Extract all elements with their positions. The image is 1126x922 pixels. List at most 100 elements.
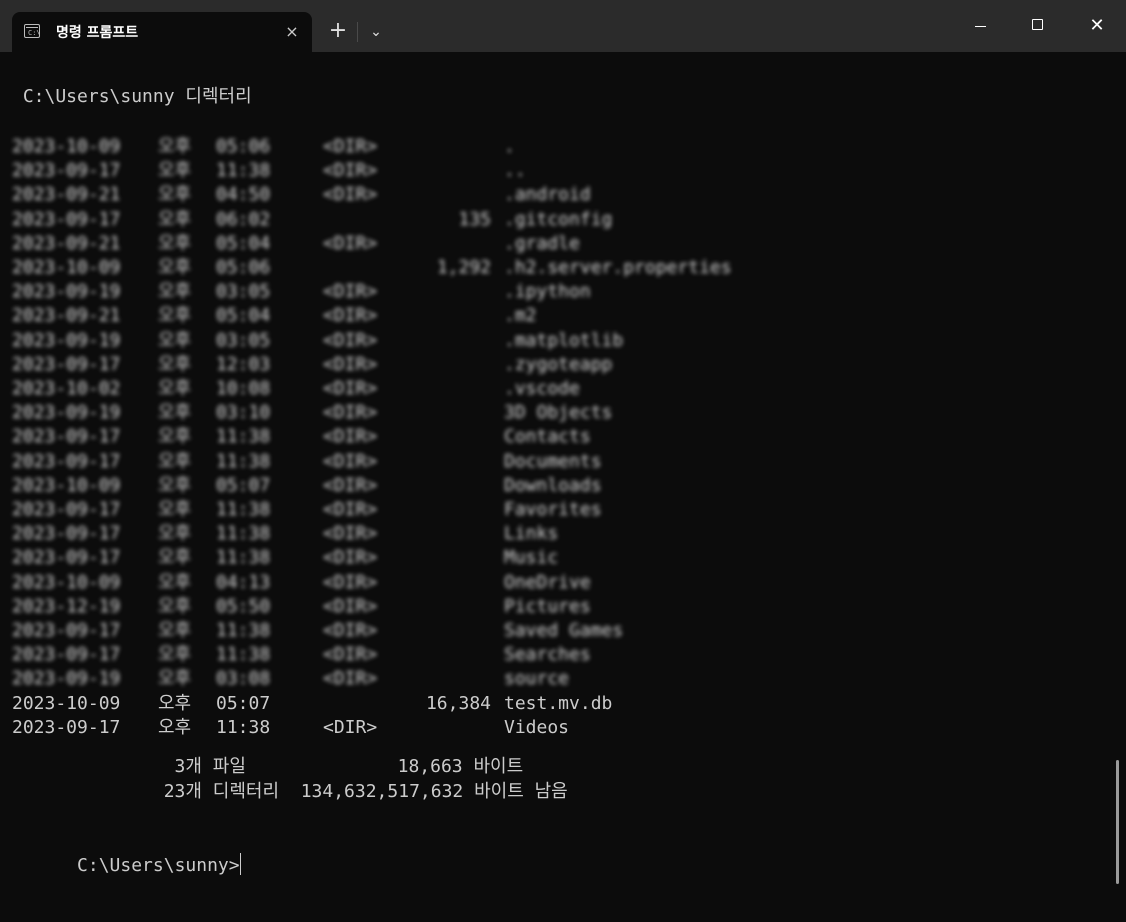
directory-entry: 2023-10-09 오후 05:06 1,292 .h2.server.propert… bbox=[0, 256, 1100, 280]
scrollbar-thumb[interactable] bbox=[1116, 760, 1119, 884]
entry-time: 04:50 bbox=[216, 184, 271, 206]
entry-ampm: 오후 bbox=[158, 474, 192, 496]
entry-dir-tag: <DIR> bbox=[323, 353, 378, 375]
entry-date: 2023-09-17 bbox=[12, 499, 121, 520]
entry-time: 11:38 bbox=[216, 523, 271, 545]
entry-name: Pictures bbox=[504, 595, 591, 617]
entry-name: Documents bbox=[504, 450, 602, 472]
tab-title: 명령 프롬프트 bbox=[56, 25, 139, 41]
entry-dir-tag: <DIR> bbox=[323, 499, 378, 520]
tab-close-icon[interactable]: × bbox=[280, 20, 304, 44]
entry-name: . bbox=[504, 136, 515, 157]
entry-time: 05:06 bbox=[216, 136, 271, 157]
entry-name: .gitconfig bbox=[504, 208, 613, 230]
entry-date: 2023-09-17 bbox=[12, 523, 121, 545]
close-window-button[interactable]: ✕ bbox=[1068, 0, 1126, 52]
entry-time: 11:38 bbox=[216, 620, 271, 641]
tab-command-prompt[interactable]: C:\ 명령 프롬프트 × bbox=[12, 12, 312, 52]
entry-time: 06:02 bbox=[216, 208, 271, 230]
text-cursor bbox=[239, 853, 241, 875]
entry-date: 2023-12-19 bbox=[12, 595, 121, 617]
console-output[interactable]: C:\Users\sunny 디렉터리 2023-10-09 오후 05:06 <DI… bbox=[0, 52, 1112, 922]
minimize-button[interactable] bbox=[952, 0, 1010, 52]
entry-name: .h2.server.properties bbox=[504, 257, 732, 278]
entry-dir-tag: <DIR> bbox=[323, 402, 378, 424]
entry-ampm: 오후 bbox=[158, 450, 192, 472]
new-tab-button[interactable]: + bbox=[322, 16, 354, 48]
entry-time: 05:06 bbox=[216, 257, 271, 278]
directory-entry: 2023-09-17 오후 11:38 <DIR> Saved Games bbox=[0, 619, 1100, 643]
entry-ampm: 오후 bbox=[158, 426, 192, 448]
title-bar: C:\ 명령 프롬프트 × + ⌄ ✕ bbox=[0, 0, 1126, 52]
entry-date: 2023-10-09 bbox=[12, 692, 121, 714]
entry-name: Favorites bbox=[504, 499, 602, 520]
maximize-button[interactable] bbox=[1010, 0, 1068, 52]
entry-time: 11:38 bbox=[216, 450, 271, 472]
directory-entry: 2023-09-17 오후 11:38 <DIR>.. bbox=[0, 159, 1100, 183]
directory-entry: 2023-09-17 오후 11:38 <DIR> Contacts bbox=[0, 425, 1100, 449]
entry-dir-tag: <DIR> bbox=[323, 450, 378, 472]
entry-ampm: 오후 bbox=[158, 160, 192, 182]
entry-name: test.mv.db bbox=[504, 692, 613, 714]
entry-size: 135 bbox=[458, 208, 491, 230]
chevron-down-icon[interactable]: ⌄ bbox=[362, 16, 390, 48]
entry-date: 2023-09-17 bbox=[12, 208, 121, 230]
entry-date: 2023-09-19 bbox=[12, 329, 121, 351]
entry-time: 11:38 bbox=[216, 426, 271, 448]
entry-size: 1,292 bbox=[436, 257, 491, 278]
entry-ampm: 오후 bbox=[158, 257, 192, 278]
entry-dir-tag: <DIR> bbox=[323, 547, 378, 569]
entry-dir-tag: <DIR> bbox=[323, 136, 378, 157]
terminal-window: C:\ 명령 프롬프트 × + ⌄ ✕ C:\Users\sunny 디렉터리 … bbox=[0, 0, 1126, 922]
entry-date: 2023-09-19 bbox=[12, 402, 121, 424]
entry-time: 05:04 bbox=[216, 232, 271, 254]
entry-date: 2023-10-09 bbox=[12, 474, 121, 496]
entry-size: 16,384 bbox=[425, 692, 491, 714]
entry-dir-tag: <DIR> bbox=[323, 160, 378, 182]
entry-ampm: 오후 bbox=[158, 644, 192, 666]
entry-dir-tag: <DIR> bbox=[323, 184, 378, 206]
entry-dir-tag: <DIR> bbox=[323, 232, 378, 254]
entry-dir-tag: <DIR> bbox=[323, 523, 378, 545]
entry-date: 2023-09-17 bbox=[12, 353, 121, 375]
entry-time: 03:10 bbox=[216, 402, 271, 424]
entry-time: 11:38 bbox=[216, 160, 271, 182]
entry-time: 05:50 bbox=[216, 595, 271, 617]
dirs-summary: 23개 디렉터리 134,632,517,632 바이트 남음 bbox=[12, 781, 568, 802]
entry-name: 3D Objects bbox=[504, 402, 613, 424]
entry-date: 2023-09-19 bbox=[12, 281, 121, 303]
entry-time: 05:07 bbox=[216, 692, 271, 714]
entry-ampm: 오후 bbox=[158, 329, 192, 351]
entry-time: 11:38 bbox=[216, 547, 271, 569]
entry-ampm: 오후 bbox=[158, 499, 192, 520]
entry-date: 2023-09-17 bbox=[12, 426, 121, 448]
directory-entry: 2023-09-17 오후 12:03 <DIR> .zygoteapp bbox=[0, 353, 1100, 377]
entry-date: 2023-09-21 bbox=[12, 305, 121, 327]
entry-ampm: 오후 bbox=[158, 232, 192, 254]
entry-dir-tag: <DIR> bbox=[323, 281, 378, 303]
entry-date: 2023-10-09 bbox=[12, 571, 121, 593]
command-prompt-icon: C:\ bbox=[24, 24, 41, 38]
command-prompt-line[interactable]: C:\Users\sunny> bbox=[12, 829, 241, 876]
entry-time: 04:13 bbox=[216, 571, 271, 593]
entry-name: .m2 bbox=[504, 305, 537, 327]
directory-entry: 2023-09-21 오후 05:04 <DIR> .m2 bbox=[0, 304, 1100, 328]
entry-date: 2023-09-19 bbox=[12, 668, 121, 690]
entry-ampm: 오후 bbox=[158, 547, 192, 569]
entry-time: 12:03 bbox=[216, 353, 271, 375]
entry-time: 11:38 bbox=[216, 499, 271, 520]
entry-dir-tag: <DIR> bbox=[323, 571, 378, 593]
prompt-text: C:\Users\sunny> bbox=[77, 855, 240, 876]
directory-entry: 2023-10-09 오후 05:07 <DIR> Downloads bbox=[0, 474, 1100, 498]
directory-entry: 2023-10-09 오후 04:13 <DIR> OneDrive bbox=[0, 571, 1100, 595]
entry-ampm: 오후 bbox=[158, 402, 192, 424]
entry-date: 2023-09-17 bbox=[12, 620, 121, 641]
directory-entry: 2023-12-19 오후 05:50 <DIR> Pictures bbox=[0, 595, 1100, 619]
directory-entry: 2023-09-21 오후 05:04 <DIR> .gradle bbox=[0, 232, 1100, 256]
entry-ampm: 오후 bbox=[158, 136, 192, 157]
directory-entry: 2023-10-09 오후 05:07 16,384 test.mv.db bbox=[0, 692, 1100, 716]
entry-name: Links bbox=[504, 523, 559, 545]
entry-date: 2023-10-09 bbox=[12, 136, 121, 157]
entry-name: source bbox=[504, 668, 570, 690]
directory-entry: 2023-09-17 오후 11:38 <DIR> Searches bbox=[0, 643, 1100, 667]
